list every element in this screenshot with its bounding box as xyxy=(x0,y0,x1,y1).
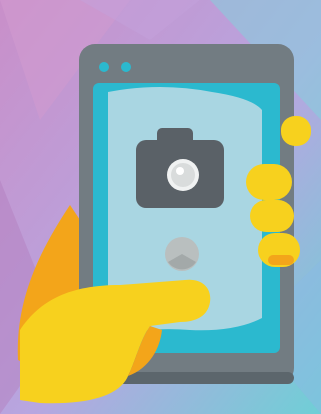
camera-icon xyxy=(136,128,224,208)
indicator-dot-icon xyxy=(121,62,131,72)
phone-camera-illustration xyxy=(0,0,321,414)
illustration-svg xyxy=(0,0,321,414)
indicator-dot-icon xyxy=(99,62,109,72)
